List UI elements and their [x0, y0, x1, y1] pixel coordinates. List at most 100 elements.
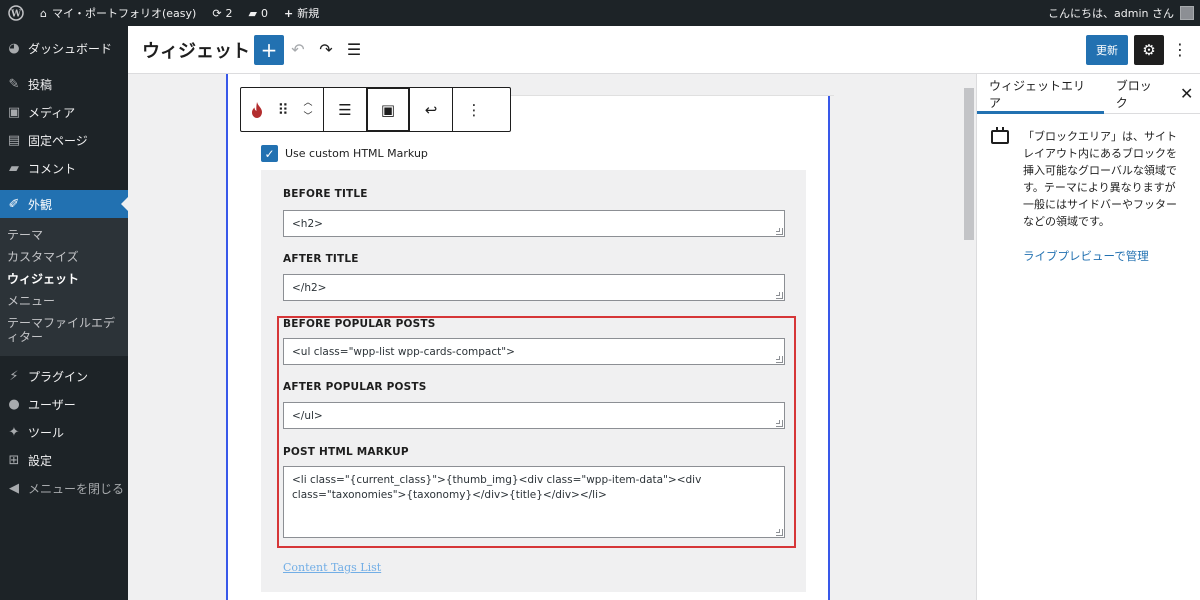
menu-item-posts[interactable]: ✎ 投稿 — [0, 70, 128, 98]
close-icon: ✕ — [1179, 84, 1194, 103]
undo-button[interactable]: ↶ — [284, 35, 312, 65]
more-vertical-icon: ⋮ — [1172, 40, 1188, 59]
comments-link[interactable]: ▰ 0 — [241, 0, 276, 26]
settings-sidebar: ウィジェットエリア ブロック ✕ 「ブロックエリア」は、サイトレイアウト内にある… — [976, 74, 1200, 600]
list-view-icon: ☰ — [346, 40, 362, 59]
menu-label: ダッシュボード — [28, 41, 113, 56]
menu-item-appearance[interactable]: ✐ 外観 — [0, 190, 128, 218]
media-icon: ▣ — [7, 104, 21, 120]
settings-icon: ⊞ — [8, 452, 20, 468]
menu-label: 投稿 — [28, 77, 53, 92]
submenu-themes[interactable]: テーマ — [0, 224, 128, 246]
more-vertical-icon: ⋮ — [466, 100, 482, 119]
menu-label: メディア — [28, 105, 76, 120]
image-group: ▣ — [367, 88, 410, 131]
block-controls: ⠿ ︿ ﹀ — [241, 88, 324, 131]
close-sidebar-button[interactable]: ✕ — [1173, 84, 1200, 103]
sidebar-tabs: ウィジェットエリア ブロック ✕ — [977, 74, 1200, 114]
custom-markup-toggle[interactable]: ✓ Use custom HTML Markup — [261, 145, 428, 162]
menu-label: 外観 — [28, 197, 53, 212]
move-up-chevron-icon[interactable]: ︿ — [303, 96, 312, 110]
editor-canvas: ⠿ ︿ ﹀ ☰ ▣ ↩ ⋮ ✓ Use custom HTML Markup B… — [128, 74, 976, 600]
resize-grip-icon[interactable] — [776, 292, 783, 299]
after-title-input[interactable]: </h2> — [283, 274, 785, 301]
options-group: ⋮ — [453, 88, 495, 131]
update-button[interactable]: 更新 — [1086, 34, 1128, 65]
page-icon: ▤ — [7, 132, 21, 148]
add-block-button[interactable]: + — [254, 34, 284, 65]
resize-grip-icon[interactable] — [776, 228, 783, 235]
svg-text:W: W — [10, 10, 22, 20]
updates-icon: ⟳ — [212, 6, 222, 20]
appearance-submenu: テーマ カスタマイズ ウィジェット メニュー テーマファイルエディター — [0, 218, 128, 356]
submenu-theme-editor[interactable]: テーマファイルエディター — [0, 312, 128, 348]
block-toolbar: ⠿ ︿ ﹀ ☰ ▣ ↩ ⋮ — [240, 87, 511, 132]
menu-item-users[interactable]: ● ユーザー — [0, 390, 128, 418]
tab-widget-area[interactable]: ウィジェットエリア — [977, 74, 1104, 114]
input-value: </h2> — [292, 282, 327, 294]
redo-button[interactable]: ↷ — [312, 35, 340, 65]
menu-item-tools[interactable]: ✦ ツール — [0, 418, 128, 446]
flame-icon — [252, 101, 262, 118]
admin-menu: ◕ ダッシュボード ✎ 投稿 ▣ メディア ▤ 固定ページ ▰ コメント ✐ 外観 テーマ … — [0, 26, 128, 600]
menu-label: プラグイン — [28, 369, 89, 384]
align-button[interactable]: ☰ — [324, 88, 366, 131]
gear-icon: ⚙ — [1142, 40, 1156, 59]
before-title-input[interactable]: <h2> — [283, 210, 785, 237]
comment-bubble-icon: ▰ — [248, 6, 258, 20]
move-down-chevron-icon[interactable]: ﹀ — [303, 110, 312, 124]
menu-item-dashboard[interactable]: ◕ ダッシュボード — [0, 34, 128, 62]
wrench-icon: ✦ — [8, 424, 20, 440]
page-title: ウィジェット — [142, 40, 250, 62]
image-mode-button[interactable]: ▣ — [367, 88, 409, 131]
plus-icon: + — [260, 37, 278, 62]
wordpress-logo-icon[interactable]: W — [0, 0, 32, 26]
menu-label: ユーザー — [28, 397, 76, 412]
submenu-menus[interactable]: メニュー — [0, 290, 128, 312]
block-type-button[interactable] — [241, 88, 273, 131]
menu-label: コメント — [28, 161, 77, 176]
home-icon: ⌂ — [40, 6, 47, 20]
my-account-link[interactable]: こんにちは、admin さん — [1048, 5, 1200, 21]
canvas-scrollbar[interactable] — [964, 88, 974, 240]
menu-item-comments[interactable]: ▰ コメント — [0, 154, 128, 182]
menu-item-plugins[interactable]: ⚡ プラグイン — [0, 362, 128, 390]
live-preview-link[interactable]: ライブプレビューで管理 — [977, 230, 1200, 264]
site-name-link[interactable]: ⌂ マイ・ポートフォリオ(easy) — [32, 0, 204, 26]
submenu-customize[interactable]: カスタマイズ — [0, 246, 128, 268]
new-content-link[interactable]: + 新規 — [276, 0, 327, 26]
highlight-box — [277, 316, 796, 548]
transform-group: ↩ — [410, 88, 453, 131]
menu-label: 設定 — [28, 453, 53, 468]
redo-icon: ↷ — [319, 40, 333, 59]
options-menu-button[interactable]: ⋮ — [1168, 35, 1192, 65]
content-tags-link[interactable]: Content Tags List — [283, 561, 381, 574]
avatar — [1180, 6, 1194, 20]
image-icon: ▣ — [380, 100, 396, 119]
custom-markup-checkbox[interactable]: ✓ — [261, 145, 278, 162]
block-options-button[interactable]: ⋮ — [453, 88, 495, 131]
align-wide-icon: ☰ — [338, 100, 352, 119]
menu-item-media[interactable]: ▣ メディア — [0, 98, 128, 126]
before-title-label: BEFORE TITLE — [283, 188, 368, 200]
input-value: <h2> — [292, 218, 323, 230]
collapse-menu-button[interactable]: ◀ メニューを閉じる — [0, 474, 128, 502]
site-name: マイ・ポートフォリオ(easy) — [51, 7, 197, 20]
editor-header: ウィジェット + ↶ ↷ ☰ 更新 ⚙ ⋮ — [128, 26, 1200, 74]
menu-item-pages[interactable]: ▤ 固定ページ — [0, 126, 128, 154]
alignment-group: ☰ — [324, 88, 367, 131]
transform-button[interactable]: ↩ — [410, 88, 452, 131]
block-area-icon — [991, 127, 1009, 144]
checkbox-label: Use custom HTML Markup — [285, 147, 428, 160]
settings-button[interactable]: ⚙ — [1134, 34, 1164, 65]
updates-link[interactable]: ⟳ 2 — [204, 0, 240, 26]
drag-handle[interactable]: ⠿ — [273, 88, 293, 131]
tab-block[interactable]: ブロック — [1104, 74, 1174, 114]
list-view-button[interactable]: ☰ — [340, 35, 368, 65]
submenu-widgets[interactable]: ウィジェット — [0, 268, 128, 290]
menu-item-settings[interactable]: ⊞ 設定 — [0, 446, 128, 474]
admin-bar: W ⌂ マイ・ポートフォリオ(easy) ⟳ 2 ▰ 0 + 新規 こんにちは、… — [0, 0, 1200, 26]
plus-icon: + — [284, 6, 294, 20]
menu-label: 固定ページ — [28, 133, 88, 148]
checkmark-icon: ✓ — [264, 146, 275, 161]
